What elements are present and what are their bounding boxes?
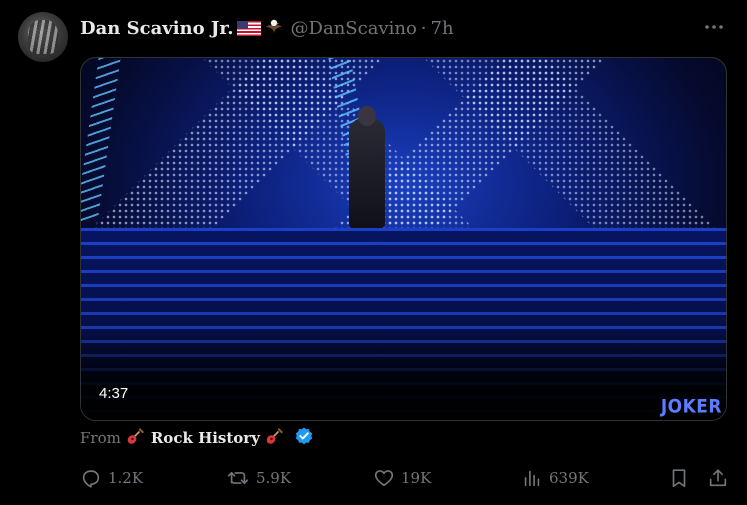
- like-button[interactable]: 19K: [373, 467, 431, 489]
- share-icon: [709, 469, 727, 487]
- guitar-icon: [265, 426, 285, 450]
- author-handle[interactable]: @DanScavino: [291, 18, 417, 39]
- separator-dot: ·: [420, 17, 427, 39]
- eagle-icon: [264, 16, 284, 41]
- view-count: 639K: [549, 469, 589, 487]
- heart-icon: [374, 470, 394, 487]
- action-bar: 1.2K 5.9K 19K 639K: [80, 465, 729, 491]
- retweet-count: 5.9K: [256, 469, 292, 487]
- performer: [349, 106, 385, 228]
- guitar-icon: [126, 426, 146, 450]
- analytics-icon: [524, 470, 540, 487]
- views-button[interactable]: 639K: [521, 467, 589, 489]
- us-flag-icon: [236, 20, 261, 36]
- crowd: [81, 330, 726, 420]
- reply-button[interactable]: 1.2K: [80, 467, 143, 489]
- video-player[interactable]: 4:37 JOKER: [80, 57, 727, 421]
- retweet-icon: [227, 471, 249, 485]
- more-options-icon[interactable]: [703, 16, 725, 43]
- timestamp[interactable]: 7h: [431, 18, 454, 39]
- watermark-logo: JOKER: [660, 396, 722, 418]
- bookmark-icon: [672, 469, 686, 488]
- verified-badge-icon: [294, 426, 314, 450]
- author-name[interactable]: Dan Scavino Jr.: [80, 18, 234, 39]
- retweet-button[interactable]: 5.9K: [226, 467, 291, 489]
- tweet-header: Dan Scavino Jr. @DanScavino · 7h: [80, 14, 727, 42]
- share-button[interactable]: [707, 467, 729, 489]
- tweet: Dan Scavino Jr. @DanScavino · 7h 4:37 JO…: [0, 0, 747, 505]
- video-duration: 4:37: [99, 385, 129, 402]
- like-count: 19K: [401, 469, 432, 487]
- video-source: From Rock History: [80, 426, 314, 450]
- source-prefix: From: [80, 429, 121, 447]
- reply-icon: [82, 470, 100, 488]
- reply-count: 1.2K: [108, 469, 144, 487]
- source-name-link[interactable]: Rock History: [151, 429, 260, 447]
- bookmark-button[interactable]: [668, 467, 690, 489]
- avatar[interactable]: [18, 12, 68, 62]
